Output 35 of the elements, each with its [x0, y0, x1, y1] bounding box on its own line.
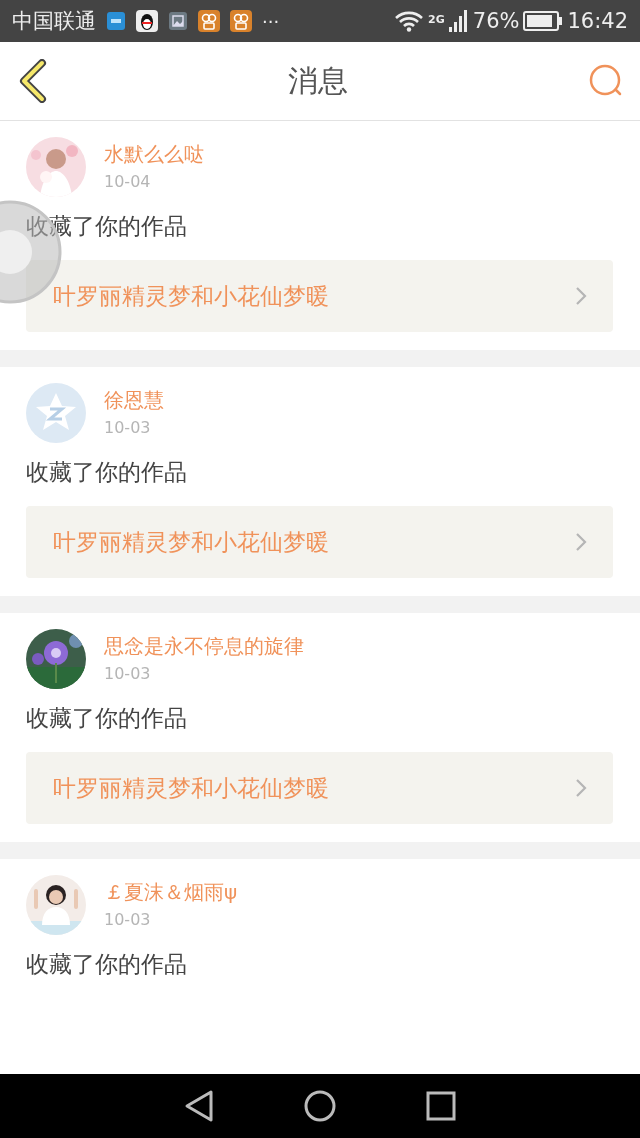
- app-notification-icon: [106, 11, 126, 31]
- video-app-icon: [198, 10, 220, 32]
- gallery-icon: [168, 11, 188, 31]
- user-name[interactable]: 徐恩慧: [104, 387, 164, 414]
- work-link[interactable]: 叶罗丽精灵梦和小花仙梦暖: [26, 752, 613, 824]
- work-link[interactable]: 叶罗丽精灵梦和小花仙梦暖: [26, 260, 613, 332]
- chevron-icon: [575, 532, 587, 552]
- penguin-icon: [136, 10, 158, 32]
- message-date: 10-03: [104, 910, 151, 929]
- user-name[interactable]: ￡夏沫＆烟雨ψ: [104, 879, 238, 906]
- carrier-name: 中国联通: [12, 8, 96, 35]
- chevron-icon: [575, 286, 587, 306]
- page-title: 消息: [288, 61, 348, 100]
- wifi-icon: [394, 10, 425, 32]
- message-date: 10-03: [104, 664, 151, 683]
- home-nav-icon[interactable]: [303, 1089, 337, 1123]
- back-button[interactable]: [18, 59, 48, 103]
- message-date: 10-03: [104, 418, 151, 437]
- recents-nav-icon[interactable]: [425, 1091, 456, 1121]
- user-name[interactable]: 水默么么哒: [104, 141, 204, 168]
- clock-time: 16:42: [567, 9, 628, 33]
- network-type: 2G: [428, 13, 445, 26]
- battery-percentage: 76%: [472, 9, 520, 33]
- battery-icon: [523, 11, 564, 31]
- back-nav-icon[interactable]: [184, 1089, 215, 1123]
- more-notifications: ···: [262, 10, 280, 32]
- chevron-icon: [575, 778, 587, 798]
- message-date: 10-04: [104, 172, 151, 191]
- message-text: 收藏了你的作品: [26, 704, 188, 733]
- message-text: 收藏了你的作品: [26, 458, 188, 487]
- video-app-icon: [230, 10, 252, 32]
- message-text: 收藏了你的作品: [26, 950, 188, 979]
- work-link[interactable]: 叶罗丽精灵梦和小花仙梦暖: [26, 506, 613, 578]
- signal-icon: [448, 10, 469, 32]
- user-name[interactable]: 思念是永不停息的旋律: [104, 633, 304, 660]
